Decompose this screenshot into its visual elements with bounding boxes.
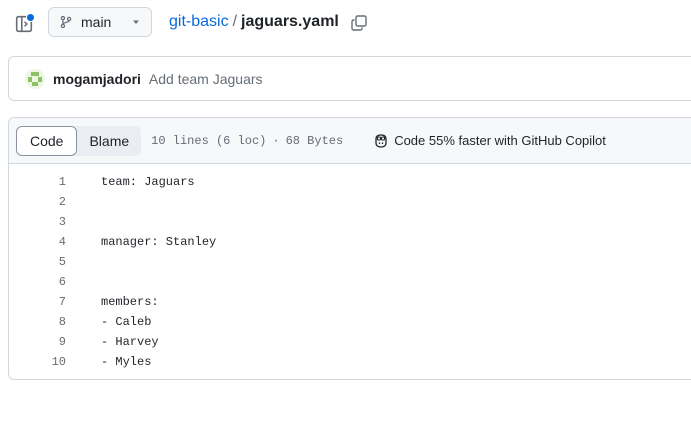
code-line: 9 - Harvey [9,332,691,352]
code-line: 8 - Caleb [9,312,691,332]
commit-message[interactable]: Add team Jaguars [149,71,263,87]
latest-commit-bar: mogamjadori Add team Jaguars [8,56,691,101]
copy-icon [351,15,367,31]
code-line: 6 [9,272,691,292]
breadcrumb: git-basic / jaguars.yaml [169,13,339,31]
line-number[interactable]: 3 [9,215,66,229]
sidebar-toggle-button[interactable] [12,12,36,36]
repo-link[interactable]: git-basic [169,13,229,31]
line-number[interactable]: 6 [9,275,66,289]
line-number[interactable]: 1 [9,175,66,189]
view-switch: Code Blame [16,125,142,156]
file-info: 10 lines (6 loc) · 68 Bytes [151,134,343,148]
copy-path-button[interactable] [348,12,370,34]
code-line: 1 team: Jaguars [9,172,691,192]
code-line: 7 members: [9,292,691,312]
copilot-text: Code 55% faster with GitHub Copilot [394,133,606,148]
git-branch-icon [60,15,72,29]
copilot-promo[interactable]: Code 55% faster with GitHub Copilot [373,133,606,149]
line-number[interactable]: 5 [9,255,66,269]
line-content: - Myles [101,355,152,369]
code-line: 5 [9,252,691,272]
line-number[interactable]: 9 [9,335,66,349]
line-number[interactable]: 7 [9,295,66,309]
branch-name: main [81,14,112,30]
line-content: members: [101,295,159,309]
code-area: 1 team: Jaguars 2 3 4 manager: Stanley 5 6… [9,164,691,372]
commit-author[interactable]: mogamjadori [53,71,141,87]
tab-blame[interactable]: Blame [77,126,141,156]
code-line: 4 manager: Stanley [9,232,691,252]
copilot-icon [375,133,387,148]
line-content: - Harvey [101,335,159,349]
line-content: team: Jaguars [101,175,195,189]
notification-dot [26,13,35,22]
file-lines-info: 10 lines (6 loc) [151,133,267,148]
line-content: - Caleb [101,315,152,329]
breadcrumb-separator: / [232,13,238,30]
identicon-icon [25,68,45,89]
line-number[interactable]: 2 [9,195,66,209]
file-size: 68 Bytes [285,133,344,148]
file-header: Code Blame 10 lines (6 loc) · 68 Bytes C… [9,118,691,164]
line-number[interactable]: 4 [9,235,66,249]
tab-code[interactable]: Code [16,125,78,156]
meta-dot: · [272,133,280,148]
code-line: 10 - Myles [9,352,691,372]
line-content: manager: Stanley [101,235,217,249]
code-line: 2 [9,192,691,212]
file-viewer: Code Blame 10 lines (6 loc) · 68 Bytes C… [8,117,691,380]
code-line: 3 [9,212,691,232]
line-number[interactable]: 10 [9,355,66,369]
avatar[interactable] [25,68,45,89]
line-number[interactable]: 8 [9,315,66,329]
triangle-down-icon [133,20,139,24]
branch-selector-button[interactable]: main [48,7,152,37]
file-name: jaguars.yaml [241,13,339,30]
